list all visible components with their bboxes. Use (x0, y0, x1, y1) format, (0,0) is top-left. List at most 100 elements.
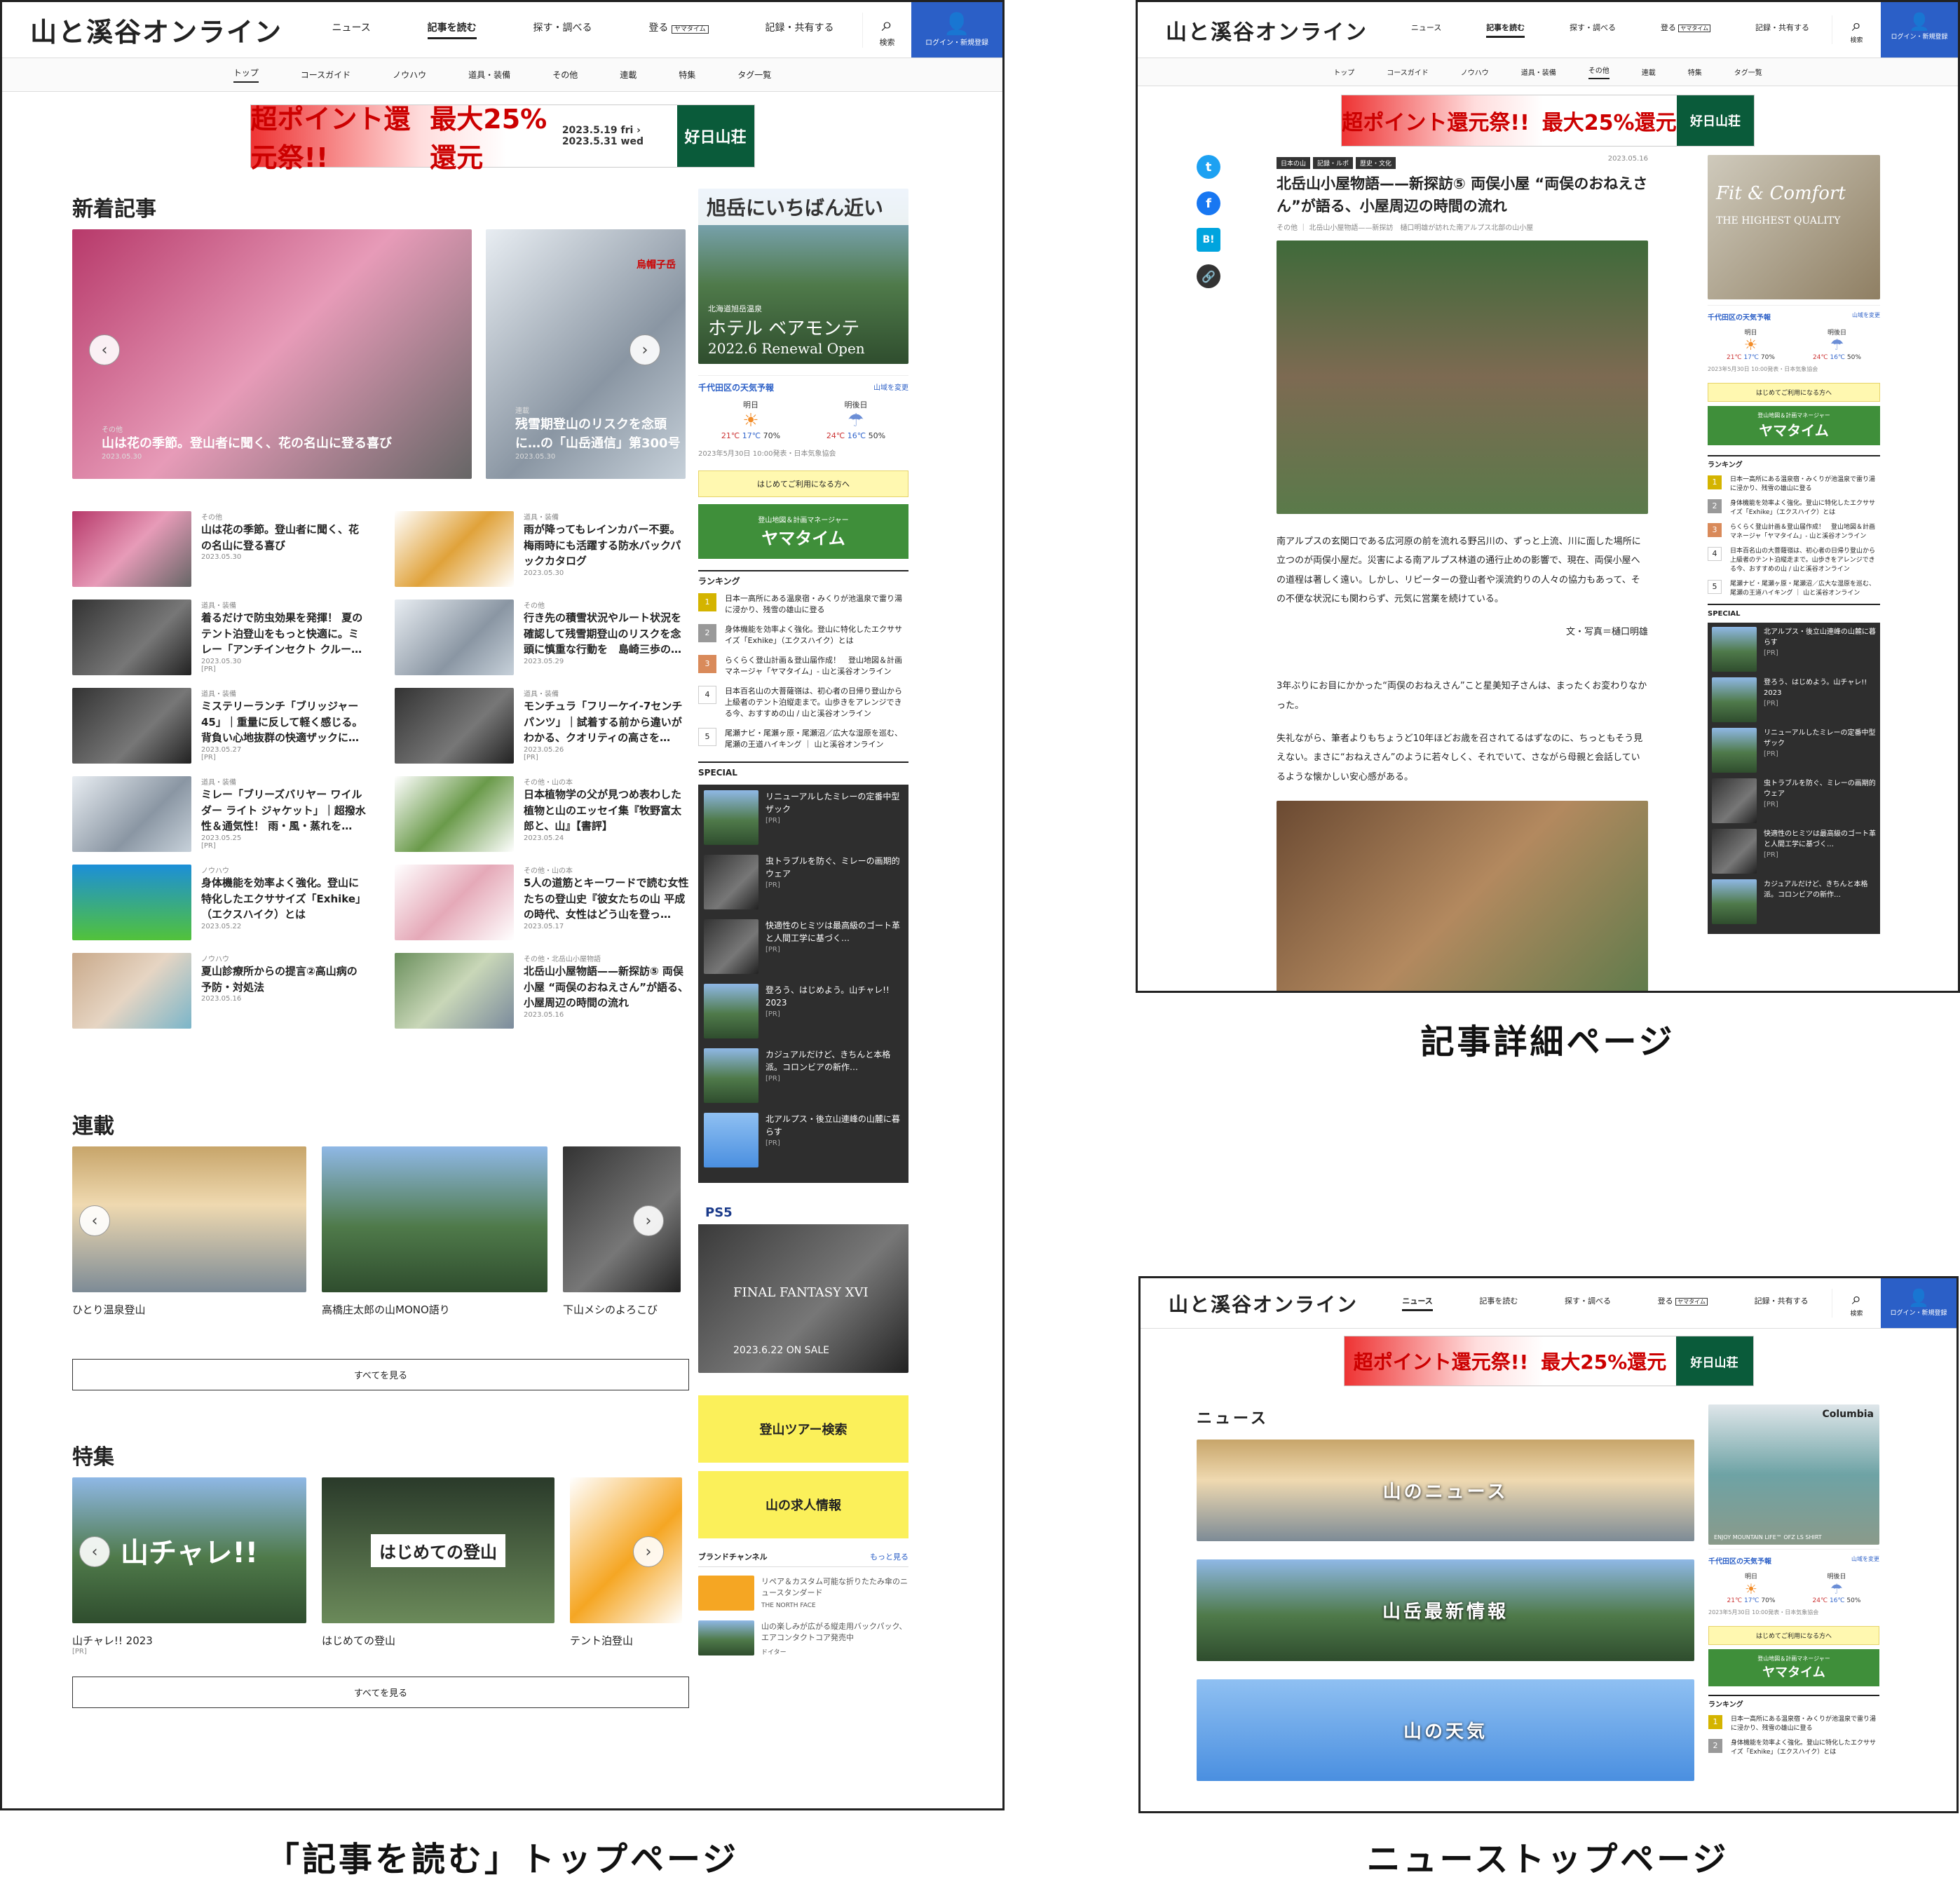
nav-climb[interactable]: 登る ヤマタイム (1658, 1295, 1708, 1311)
list-item[interactable]: その他 行き先の積雪状況やルート状況を確認して残雪期登山のリスクを念頭に慎重な行動… (395, 600, 689, 675)
hotel-ad[interactable]: 旭岳にいちばん近い 北海道旭岳温泉 ホテル ベアモンテ 2022.6 Renew… (698, 189, 908, 364)
special-item[interactable]: 登ろう、はじめよう。山チャレ!! 2023 [PR] (1712, 677, 1876, 722)
subnav-top[interactable]: トップ (233, 67, 259, 83)
jobs-banner[interactable]: 山の求人情報 (698, 1471, 908, 1539)
feature-prev-button[interactable]: ‹ (79, 1536, 110, 1567)
shoe-ad[interactable]: Fit & Comfort THE HIGHEST QUALITY (1708, 155, 1880, 299)
subnav-feature[interactable]: 特集 (1688, 67, 1702, 77)
list-item[interactable]: ノウハウ 夏山診療所からの提言②高山病の予防・対処法 2023.05.16 (72, 953, 367, 1029)
nav-record[interactable]: 記録・共有する (1755, 1295, 1809, 1311)
subnav-knowhow[interactable]: ノウハウ (1461, 67, 1489, 77)
columbia-ad[interactable]: Columbia ENJOY MOUNTAIN LIFE™ OFZ LS SHI… (1708, 1404, 1879, 1545)
hero-slide[interactable]: その他 山は花の季節。登山者に聞く、花の名山に登る喜び 2023.05.30 (72, 229, 472, 479)
nav-read[interactable]: 記事を読む (427, 20, 477, 39)
feature-next-button[interactable]: › (633, 1536, 664, 1567)
carousel-prev-button[interactable]: ‹ (89, 334, 120, 365)
special-item[interactable]: 虫トラブルを防ぐ、ミレーの画期的ウェア [PR] (1712, 778, 1876, 823)
nav-climb[interactable]: 登る ヤマタイム (1661, 22, 1711, 38)
list-item[interactable]: ノウハウ 身体機能を効率よく強化。登山に特化したエクササイズ「Exhike」（エク… (72, 865, 367, 940)
feature-see-all-button[interactable]: すべてを見る (72, 1677, 689, 1708)
ranking-item[interactable]: 4 日本百名山の大菩薩嶺は、初心者の日帰り登山から上級者のテント泊縦走まで。山歩き… (698, 686, 908, 719)
tag[interactable]: 歴史・文化 (1356, 157, 1396, 169)
feature-card[interactable]: はじめての登山 はじめての登山 (322, 1477, 554, 1655)
link-copy-icon[interactable]: 🔗 (1197, 264, 1220, 288)
feature-card[interactable]: テント泊登山 (570, 1477, 682, 1655)
first-time-link[interactable]: はじめてご利用になる方へ (1708, 1626, 1879, 1645)
ranking-item[interactable]: 3 らくらく登山計画＆登山届作成！ 登山地図＆計画マネージャ「ヤマタイム」- 山と… (698, 655, 908, 677)
search-button[interactable]: ⌕ 検索 (862, 12, 911, 48)
special-item[interactable]: カジュアルだけど、きちんと本格派。コロンビアの新作… (1712, 879, 1876, 924)
list-item[interactable]: その他 山は花の季節。登山者に聞く、花の名山に登る喜び 2023.05.30 (72, 511, 367, 587)
series-see-all-button[interactable]: すべてを見る (72, 1359, 689, 1390)
subnav-course[interactable]: コースガイド (301, 69, 351, 81)
subnav-knowhow[interactable]: ノウハウ (393, 69, 426, 81)
campaign-banner[interactable]: 超ポイント還元祭!! 最大25%還元 2023.5.19 fri › 2023.5.… (250, 104, 755, 173)
series-card[interactable]: 高橋庄太郎の山MONO語り (322, 1146, 547, 1317)
subnav-tags[interactable]: タグ一覧 (737, 69, 771, 81)
ranking-item[interactable]: 1 日本一高所にある温泉宿・みくりが池温泉で雷り湯に浸かり、残雪の雄山に登る (1708, 1714, 1879, 1733)
nav-climb[interactable]: 登る ヤマタイム (648, 20, 709, 39)
login-button[interactable]: 👤 ログイン・新規登録 (1881, 1278, 1956, 1328)
nav-read[interactable]: 記事を読む (1486, 22, 1525, 38)
nav-news[interactable]: ニュース (332, 20, 370, 39)
ranking-item[interactable]: 3 らくらく登山計画＆登山届作成！ 登山地図＆計画マネージャ「ヤマタイム」- 山と… (1708, 522, 1880, 541)
search-button[interactable]: ⌕ 検索 (1832, 15, 1881, 44)
first-time-link[interactable]: はじめてご利用になる方へ (698, 470, 908, 497)
special-item[interactable]: 登ろう、はじめよう。山チャレ!! 2023 [PR] (704, 984, 903, 1039)
subnav-feature[interactable]: 特集 (679, 69, 695, 81)
first-time-link[interactable]: はじめてご利用になる方へ (1708, 383, 1880, 402)
special-item[interactable]: 虫トラブルを防ぐ、ミレーの画期的ウェア [PR] (704, 855, 903, 910)
nav-record[interactable]: 記録・共有する (1755, 22, 1809, 38)
subnav-other[interactable]: その他 (1588, 65, 1609, 79)
list-item[interactable]: その他・北岳山小屋物語 北岳山小屋物語——新探訪⑤ 両俣小屋 “両俣のおねえさん”… (395, 953, 689, 1029)
subnav-series[interactable]: 連載 (620, 69, 637, 81)
subnav-other[interactable]: その他 (552, 69, 578, 81)
ranking-item[interactable]: 4 日本百名山の大菩薩嶺は、初心者の日帰り登山から上級者のテント泊縦走まで。山歩き… (1708, 546, 1880, 574)
tour-search-banner[interactable]: 登山ツアー検索 (698, 1395, 908, 1463)
subnav-gear[interactable]: 道具・装備 (468, 69, 510, 81)
special-item[interactable]: リニューアルしたミレーの定番中型ザック [PR] (704, 790, 903, 846)
login-button[interactable]: 👤 ログイン・新規登録 (1881, 2, 1958, 57)
login-button[interactable]: 👤 ログイン・新規登録 (911, 2, 1002, 57)
ranking-item[interactable]: 2 身体機能を効率よく強化。登山に特化したエクササイズ「Exhike」（エクスハイ… (1708, 499, 1880, 517)
brand-more-link[interactable]: もっと見る (870, 1551, 908, 1562)
special-item[interactable]: 快適性のヒミツは最高級のゴート革と人間工学に基づく… [PR] (1712, 828, 1876, 874)
nav-search[interactable]: 探す・調べる (1565, 1295, 1611, 1311)
yamatime-banner[interactable]: 登山地図＆計画マネージャー ヤマタイム (1708, 1649, 1879, 1686)
list-item[interactable]: 道具・装備 ミステリーランチ「ブリッジャー45」｜重量に反して軽く感じる。背負い心… (72, 688, 367, 764)
mountain-weather-banner[interactable]: 山の天気 (1197, 1679, 1694, 1781)
site-logo[interactable]: 山と溪谷オンライン (2, 11, 304, 49)
site-logo[interactable]: 山と溪谷オンライン (1138, 15, 1389, 46)
special-item[interactable]: 北アルプス・後立山連峰の山麓に暮らす [PR] (1712, 626, 1876, 672)
list-item[interactable]: 道具・装備 ミレー「ブリーズバリヤー ワイルダー ライト ジャケット」｜超撥水性＆… (72, 776, 367, 852)
site-logo[interactable]: 山と溪谷オンライン (1141, 1289, 1379, 1318)
list-item[interactable]: 道具・装備 雨が降ってもレインカバー不要。梅雨時にも活躍する防水バックパックカタロ… (395, 511, 689, 587)
list-item[interactable]: 道具・装備 着るだけで防虫効果を発揮！ 夏のテント泊登山をもっと快適に。ミレー「ア… (72, 600, 367, 675)
ps5-ad[interactable]: PS5 FINAL FANTASY XVI 2023.6.22 ON SALE (698, 1201, 908, 1374)
series-card[interactable]: ひとり温泉登山 (72, 1146, 306, 1317)
brand-item[interactable]: リペア＆カスタム可能な折りたたみ傘のニュースタンダード THE NORTH FAC… (698, 1576, 908, 1611)
subnav-course[interactable]: コースガイド (1387, 67, 1429, 77)
ranking-item[interactable]: 5 尾瀬ナビ・尾瀬ヶ原・尾瀬沼／広大な湿原を巡む、尾瀬の王道ハイキング ｜ 山と溪… (698, 727, 908, 750)
list-item[interactable]: その他・山の本 5人の道筋とキーワードで読む女性たちの登山史『彼女たちの山 平成の… (395, 865, 689, 940)
campaign-banner[interactable]: 超ポイント還元祭!! 最大25%還元 好日山荘 (1341, 95, 1755, 147)
campaign-banner[interactable]: 超ポイント還元祭!! 最大25%還元 好日山荘 (1343, 1336, 1754, 1386)
nav-news[interactable]: ニュース (1411, 22, 1441, 38)
nav-search[interactable]: 探す・調べる (533, 20, 592, 39)
subnav-gear[interactable]: 道具・装備 (1521, 67, 1556, 77)
ranking-item[interactable]: 1 日本一高所にある温泉宿・みくりが池温泉で雷り湯に浸かり、残雪の雄山に登る (698, 593, 908, 616)
change-area-link[interactable]: 山域を変更 (1852, 311, 1880, 322)
series-prev-button[interactable]: ‹ (79, 1205, 110, 1236)
nav-record[interactable]: 記録・共有する (765, 20, 834, 39)
ranking-item[interactable]: 2 身体機能を効率よく強化。登山に特化したエクササイズ「Exhike」（エクスハイ… (1708, 1738, 1879, 1757)
list-item[interactable]: その他・山の本 日本植物学の父が見つめ表わした植物と山のエッセイ集『牧野富太郎と、… (395, 776, 689, 852)
ranking-item[interactable]: 2 身体機能を効率よく強化。登山に特化したエクササイズ「Exhike」（エクスハイ… (698, 624, 908, 646)
special-item[interactable]: 北アルプス・後立山連峰の山麓に暮らす [PR] (704, 1113, 903, 1168)
series-card[interactable]: 下山メシのよろこび (563, 1146, 681, 1317)
nav-news[interactable]: ニュース (1402, 1295, 1433, 1311)
subnav-top[interactable]: トップ (1333, 67, 1354, 77)
subnav-series[interactable]: 連載 (1642, 67, 1656, 77)
nav-read[interactable]: 記事を読む (1479, 1295, 1518, 1311)
yamatime-banner[interactable]: 登山地図＆計画マネージャー ヤマタイム (1708, 406, 1880, 445)
tag[interactable]: 日本の山 (1277, 157, 1311, 169)
